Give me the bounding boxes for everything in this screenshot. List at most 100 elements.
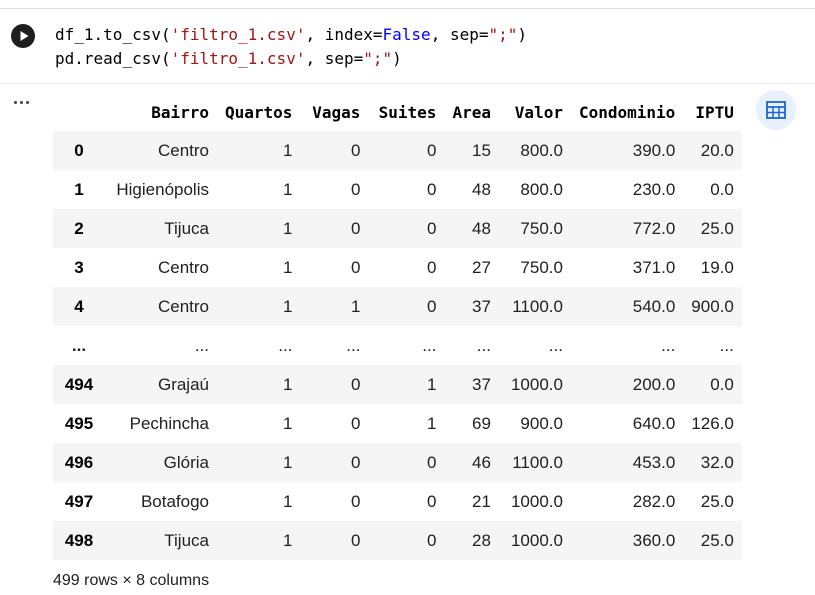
table-cell: 230.0 bbox=[632, 179, 676, 199]
table-cell: 900.0 bbox=[691, 296, 734, 316]
more-dot bbox=[20, 101, 23, 104]
table-cell: 0 bbox=[350, 257, 361, 277]
table-cell: 46 bbox=[472, 452, 491, 472]
more-dot bbox=[26, 101, 29, 104]
table-cell: 1 bbox=[282, 218, 293, 238]
table-cell: 25.0 bbox=[700, 218, 734, 238]
table-cell: 282.0 bbox=[632, 491, 676, 511]
table-cell: 800.0 bbox=[520, 140, 563, 160]
row-index: 3 bbox=[74, 257, 84, 277]
table-cell: 0 bbox=[426, 218, 437, 238]
table-cell: Higienópolis bbox=[116, 179, 209, 199]
table-cell: 1 bbox=[282, 179, 293, 199]
row-index: 496 bbox=[64, 452, 94, 472]
table-cell: 0 bbox=[350, 179, 361, 199]
column-header: Quartos bbox=[225, 102, 293, 122]
table-cell: 0 bbox=[426, 491, 437, 511]
row-index: ... bbox=[71, 335, 87, 355]
table-cell: Glória bbox=[163, 452, 209, 472]
table-cell: ... bbox=[476, 335, 491, 355]
table-cell: 0 bbox=[350, 491, 361, 511]
table-cell: Tijuca bbox=[164, 530, 209, 550]
table-cell: 0 bbox=[350, 413, 361, 433]
table-cell: 0 bbox=[426, 179, 437, 199]
table-cell: 1000.0 bbox=[510, 374, 563, 394]
table-cell: 21 bbox=[472, 491, 491, 511]
table-cell: 750.0 bbox=[520, 218, 563, 238]
table-cell: 48 bbox=[472, 179, 491, 199]
table-cell: 453.0 bbox=[632, 452, 676, 472]
table-row: 498 Tijuca 1 0 0 28 1000.0 360.0 25.0 bbox=[53, 521, 742, 560]
table-cell: 32.0 bbox=[700, 452, 734, 472]
table-cell: ... bbox=[346, 335, 361, 355]
run-cell-button[interactable] bbox=[11, 24, 35, 48]
table-cell: 0 bbox=[426, 530, 437, 550]
table-cell: 28 bbox=[472, 530, 491, 550]
table-cell: 200.0 bbox=[632, 374, 676, 394]
table-cell: ... bbox=[661, 335, 676, 355]
table-cell: 0 bbox=[350, 374, 361, 394]
row-index: 495 bbox=[64, 413, 94, 433]
table-cell: 37 bbox=[472, 374, 491, 394]
table-row: ........................... bbox=[53, 326, 742, 365]
table-cell: 360.0 bbox=[632, 530, 676, 550]
table-cell: 25.0 bbox=[700, 530, 734, 550]
convert-to-interactive-table-button[interactable] bbox=[756, 90, 796, 130]
table-row: 495 Pechincha 1 0 1 69 900.0 640.0 126.0 bbox=[53, 404, 742, 443]
row-index: 0 bbox=[74, 140, 84, 160]
table-cell: 19.0 bbox=[700, 257, 734, 277]
table-cell: Grajaú bbox=[157, 374, 209, 394]
table-row: 2 Tijuca 1 0 0 48 750.0 772.0 25.0 bbox=[53, 209, 742, 248]
table-cell: 0 bbox=[426, 140, 437, 160]
output-menu-button[interactable] bbox=[12, 94, 32, 110]
table-cell: ... bbox=[548, 335, 563, 355]
table-cell: 0 bbox=[426, 452, 437, 472]
row-index: 497 bbox=[64, 491, 94, 511]
cell-top-border bbox=[0, 8, 815, 9]
row-index: 2 bbox=[74, 218, 84, 238]
table-cell: 1000.0 bbox=[510, 530, 563, 550]
table-cell: 0.0 bbox=[710, 374, 734, 394]
dataframe-shape: 499 rows × 8 columns bbox=[53, 572, 210, 589]
row-index: 494 bbox=[64, 374, 94, 394]
table-cell: 390.0 bbox=[632, 140, 676, 160]
table-cell: 69 bbox=[472, 413, 491, 433]
table-cell: 800.0 bbox=[520, 179, 563, 199]
table-cell: 0 bbox=[426, 296, 437, 316]
row-index: 498 bbox=[64, 530, 94, 550]
table-row: 497 Botafogo 1 0 0 21 1000.0 282.0 25.0 bbox=[53, 482, 742, 521]
table-cell: 1 bbox=[282, 140, 293, 160]
table-cell: 0 bbox=[350, 530, 361, 550]
table-cell: Centro bbox=[157, 296, 209, 316]
table-cell: 1000.0 bbox=[510, 491, 563, 511]
table-cell: 25.0 bbox=[700, 491, 734, 511]
output-divider bbox=[0, 83, 815, 84]
row-index: 4 bbox=[74, 296, 84, 316]
table-cell: 1 bbox=[350, 296, 361, 316]
column-header: Suites bbox=[378, 102, 437, 122]
table-cell: 371.0 bbox=[632, 257, 676, 277]
table-cell: 772.0 bbox=[632, 218, 676, 238]
table-cell: Tijuca bbox=[164, 218, 209, 238]
column-header: Vagas bbox=[312, 102, 361, 122]
play-icon bbox=[20, 31, 29, 41]
table-cell: 1 bbox=[426, 374, 437, 394]
table-cell: ... bbox=[194, 335, 209, 355]
table-cell: 1 bbox=[282, 296, 293, 316]
table-cell: 1 bbox=[282, 413, 293, 433]
column-header: Area bbox=[452, 102, 491, 122]
table-cell: Botafogo bbox=[140, 491, 209, 511]
table-cell: 1100.0 bbox=[512, 296, 563, 316]
table-cell: 1 bbox=[282, 530, 293, 550]
table-cell: 0 bbox=[350, 452, 361, 472]
table-cell: 27 bbox=[472, 257, 491, 277]
table-cell: 1 bbox=[282, 374, 293, 394]
table-cell: 640.0 bbox=[632, 413, 676, 433]
table-header-row: Bairro Quartos Vagas Suites Area Valor C… bbox=[53, 94, 742, 131]
table-cell: Centro bbox=[157, 257, 209, 277]
table-cell: 1100.0 bbox=[512, 452, 563, 472]
code-editor[interactable]: df_1.to_csv('filtro_1.csv', index=False,… bbox=[55, 23, 527, 71]
table-grid-icon bbox=[766, 101, 786, 119]
dataframe-output: Bairro Quartos Vagas Suites Area Valor C… bbox=[53, 94, 742, 560]
table-cell: 0.0 bbox=[710, 179, 734, 199]
